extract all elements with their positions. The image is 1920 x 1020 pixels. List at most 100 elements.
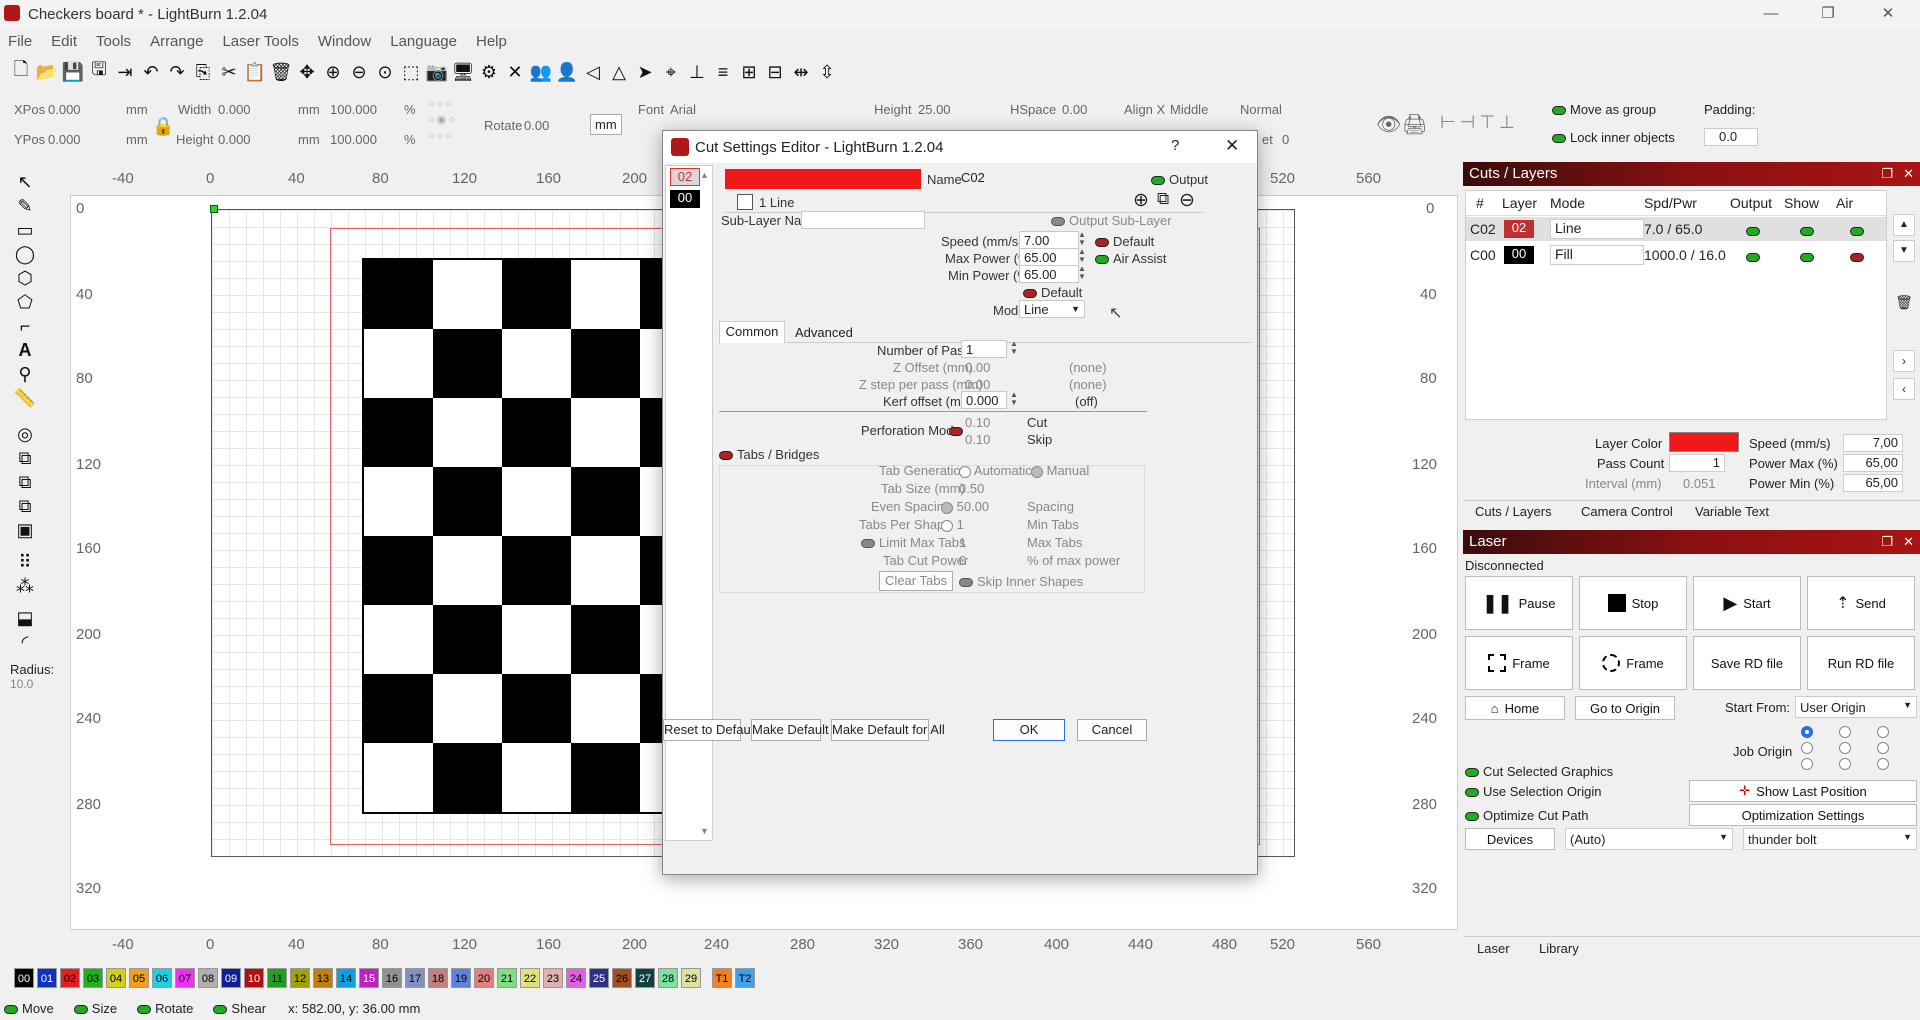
save-rd-button[interactable]: Save RD file xyxy=(1693,636,1801,690)
rectangle-icon[interactable]: ▭ xyxy=(10,218,40,242)
menu-language[interactable]: Language xyxy=(390,33,457,50)
palette-swatch-04[interactable]: 04 xyxy=(106,968,126,988)
palette-swatch-27[interactable]: 27 xyxy=(635,968,655,988)
palette-swatch-05[interactable]: 05 xyxy=(129,968,149,988)
start-button[interactable]: ▶ Start xyxy=(1693,576,1801,630)
align-x-select[interactable]: Middle xyxy=(1170,102,1208,117)
weld-icon[interactable]: 👁 xyxy=(1376,112,1401,137)
origin-radio[interactable] xyxy=(1801,726,1813,738)
make-default-button[interactable]: Make Default xyxy=(751,719,829,741)
tab-size-input[interactable]: 0.50 xyxy=(959,481,984,496)
send-button[interactable]: ⇡ Send xyxy=(1807,576,1915,630)
palette-swatch-09[interactable]: 09 xyxy=(221,968,241,988)
palette-swatch-23[interactable]: 23 xyxy=(543,968,563,988)
text-icon[interactable]: A xyxy=(10,338,40,362)
scroll-up-icon[interactable]: ▲ xyxy=(700,170,709,180)
z-offset-input[interactable]: 0.00 xyxy=(965,360,990,375)
origin-radio[interactable] xyxy=(1839,758,1851,770)
speed-default-toggle[interactable]: Default xyxy=(1095,234,1154,249)
speed-input[interactable]: 7.00 xyxy=(1019,231,1079,249)
width-input[interactable]: 0.000 xyxy=(218,102,251,117)
panel-close-icon[interactable]: ✕ xyxy=(1903,162,1914,186)
position-icon[interactable]: ⚲ xyxy=(10,362,40,386)
weld-shapes-icon[interactable]: ▣ xyxy=(10,518,40,542)
rounded-corner-icon[interactable]: ⬓ xyxy=(10,606,40,630)
palette-swatch-06[interactable]: 06 xyxy=(152,968,172,988)
height-percent-input[interactable]: 100.000 xyxy=(330,132,377,147)
row-air-toggle[interactable] xyxy=(1850,222,1868,239)
pen-icon[interactable]: ✎ xyxy=(10,194,40,218)
home-button[interactable]: ⌂ Home xyxy=(1465,696,1565,720)
delete-layer-icon[interactable]: 🗑 xyxy=(1893,292,1915,314)
passes-input[interactable]: 1 xyxy=(961,340,1007,358)
tabs-per-shape-input[interactable]: 1 xyxy=(957,517,964,532)
row-mode-select[interactable]: Line xyxy=(1550,219,1644,239)
save-icon[interactable]: 💾 xyxy=(60,59,86,85)
limit-max-tabs-toggle[interactable]: Limit Max Tabs xyxy=(861,535,965,550)
help-button[interactable]: ? xyxy=(1171,137,1179,154)
run-rd-button[interactable]: Run RD file xyxy=(1807,636,1915,690)
space-h-icon[interactable]: ⇹ xyxy=(788,59,814,85)
palette-swatch-15[interactable]: 15 xyxy=(359,968,379,988)
dialog-close-button[interactable]: ✕ xyxy=(1225,136,1239,156)
move-toggle[interactable]: Move xyxy=(4,1001,54,1016)
align-objects-icon[interactable]: ⊢⊣⊤⊥ xyxy=(1440,112,1519,133)
close-window-button[interactable]: ✕ xyxy=(1860,0,1916,28)
panel-speed-input[interactable]: 7,00 xyxy=(1843,434,1903,452)
zoom-fit-icon[interactable]: ⊙ xyxy=(372,59,398,85)
ellipse-icon[interactable]: ◯ xyxy=(10,242,40,266)
menu-help[interactable]: Help xyxy=(476,33,507,50)
menu-file[interactable]: File xyxy=(8,33,32,50)
rotate-toggle[interactable]: Rotate xyxy=(137,1001,193,1016)
palette-swatch-18[interactable]: 18 xyxy=(428,968,448,988)
ypos-input[interactable]: 0.000 xyxy=(48,132,81,147)
air-assist-toggle[interactable]: Air Assist xyxy=(1095,251,1166,266)
xpos-input[interactable]: 0.000 xyxy=(48,102,81,117)
palette-swatch-11[interactable]: 11 xyxy=(267,968,287,988)
collapse-icon[interactable]: ‹ xyxy=(1893,378,1915,400)
add-sublayer-icon[interactable]: ⊕ xyxy=(1133,189,1149,212)
panel-float-icon[interactable]: ❐ xyxy=(1881,530,1893,554)
menu-laser-tools[interactable]: Laser Tools xyxy=(222,33,298,50)
user-icon[interactable]: 👤 xyxy=(554,59,580,85)
row-output-toggle[interactable] xyxy=(1746,248,1764,265)
import-icon[interactable]: ⇥ xyxy=(112,59,138,85)
palette-swatch-13[interactable]: 13 xyxy=(313,968,333,988)
palette-swatch-03[interactable]: 03 xyxy=(83,968,103,988)
polygon-icon[interactable]: ⬡ xyxy=(10,266,40,290)
palette-swatch-08[interactable]: 08 xyxy=(198,968,218,988)
z-step-input[interactable]: 0.00 xyxy=(965,377,990,392)
tab-cuts-layers[interactable]: Cuts / Layers xyxy=(1475,504,1552,519)
table-row[interactable]: C00 00 Fill 1000.0 / 16.0 xyxy=(1466,243,1886,267)
width-percent-input[interactable]: 100.000 xyxy=(330,102,377,117)
origin-radio[interactable] xyxy=(1877,758,1889,770)
port-select[interactable]: (Auto) ▼ xyxy=(1565,828,1733,850)
monitor-icon[interactable]: 🖥 xyxy=(450,59,476,85)
skip-inner-toggle[interactable]: Skip Inner Shapes xyxy=(959,574,1083,589)
origin-radio[interactable] xyxy=(1839,742,1851,754)
pause-button[interactable]: ❚❚ Pause xyxy=(1465,576,1573,630)
palette-swatch-21[interactable]: 21 xyxy=(497,968,517,988)
align-icon[interactable]: ⊥ xyxy=(684,59,710,85)
sublayer-name-input[interactable] xyxy=(801,211,925,229)
cut-icon[interactable]: ✂ xyxy=(216,59,242,85)
layer-color-swatch[interactable] xyxy=(725,169,921,189)
text-style-select[interactable]: Normal xyxy=(1240,102,1282,117)
open-file-icon[interactable]: 📂 xyxy=(34,59,60,85)
automatic-radio[interactable]: Automatic xyxy=(959,463,1032,478)
output-sublayer-toggle[interactable]: Output Sub-Layer xyxy=(1051,213,1172,228)
passes-spinner[interactable]: ▲ ▼ xyxy=(1009,340,1019,358)
palette-swatch-17[interactable]: 17 xyxy=(405,968,425,988)
offset-icon[interactable]: ◎ xyxy=(10,422,40,446)
tab-common[interactable]: Common xyxy=(719,321,785,343)
min-power-spinner[interactable]: ▲ ▼ xyxy=(1077,265,1087,283)
circular-array-icon[interactable]: ⁂ xyxy=(10,574,40,598)
ok-button[interactable]: OK xyxy=(993,719,1065,741)
clear-tabs-button[interactable]: Clear Tabs xyxy=(879,571,953,591)
height-input[interactable]: 0.000 xyxy=(218,132,251,147)
tab-laser[interactable]: Laser xyxy=(1477,941,1510,956)
menu-edit[interactable]: Edit xyxy=(51,33,77,50)
lock-icon[interactable]: 🔒 xyxy=(152,116,174,137)
measure-icon[interactable]: 📏 xyxy=(10,386,40,410)
move-up-icon[interactable]: ▲ xyxy=(1893,214,1915,236)
